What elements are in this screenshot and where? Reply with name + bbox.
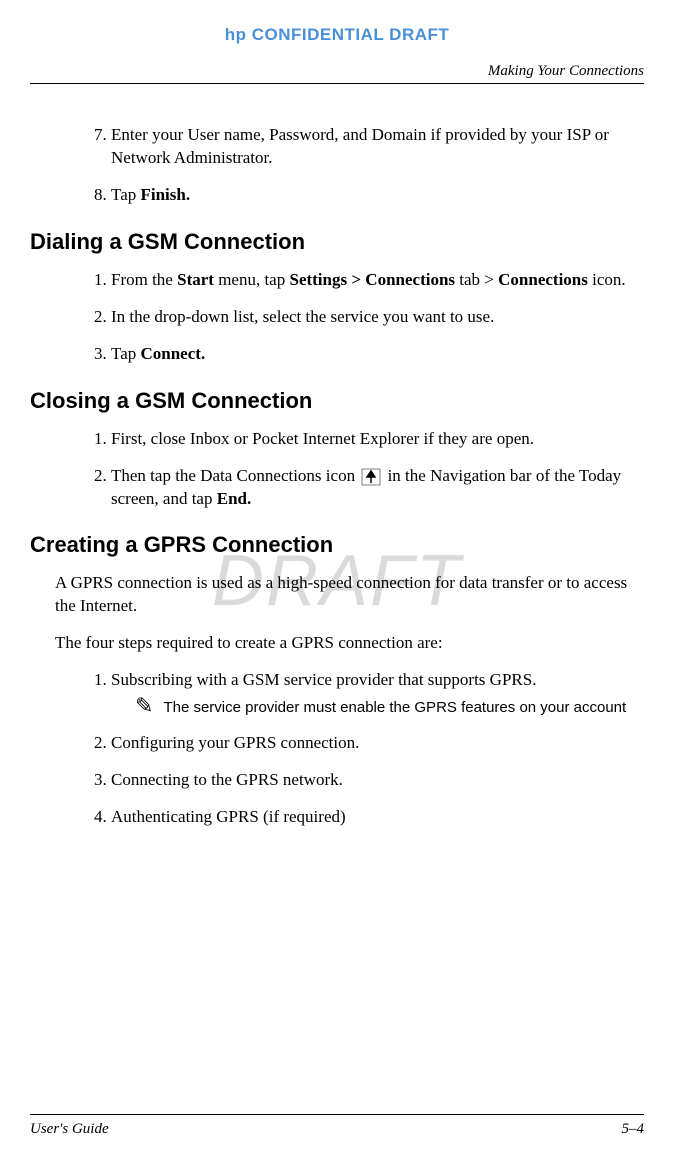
pencil-note-icon: ✎ — [135, 695, 153, 717]
dialing-step-1: From the Start menu, tap Settings > Conn… — [111, 269, 644, 292]
confidential-header: hp CONFIDENTIAL DRAFT — [30, 25, 644, 45]
t1g: icon. — [588, 270, 626, 289]
t1f: Connections — [498, 270, 588, 289]
continued-steps-list: Enter your User name, Password, and Doma… — [85, 124, 644, 207]
step-7-text: Enter your User name, Password, and Doma… — [111, 125, 609, 167]
note-row: ✎ The service provider must enable the G… — [135, 698, 644, 718]
dialing-step-2: In the drop-down list, select the servic… — [111, 306, 644, 329]
t1c: menu, tap — [214, 270, 290, 289]
dialing-step-3: Tap Connect. — [111, 343, 644, 366]
gprs-steps-intro: The four steps required to create a GPRS… — [55, 632, 644, 655]
gprs-step-3: Connecting to the GPRS network. — [111, 769, 644, 792]
gprs-intro-para: A GPRS connection is used as a high-spee… — [55, 572, 644, 618]
t3a: Tap — [111, 344, 141, 363]
section-dialing-gsm: Dialing a GSM Connection — [30, 229, 644, 255]
step-7: Enter your User name, Password, and Doma… — [111, 124, 644, 170]
c2a: Then tap the Data Connections icon — [111, 466, 359, 485]
note-text: The service provider must enable the GPR… — [163, 698, 626, 718]
step-8: Tap Finish. — [111, 184, 644, 207]
t1d: Settings > Connections — [289, 270, 455, 289]
closing-steps-list: First, close Inbox or Pocket Internet Ex… — [85, 428, 644, 511]
gprs-step-4: Authenticating GPRS (if required) — [111, 806, 644, 829]
closing-step-1: First, close Inbox or Pocket Internet Ex… — [111, 428, 644, 451]
t1a: From the — [111, 270, 177, 289]
g1: Subscribing with a GSM service provider … — [111, 670, 536, 689]
gprs-step-2: Configuring your GPRS connection. — [111, 732, 644, 755]
chapter-title: Making Your Connections — [30, 63, 644, 84]
section-creating-gprs: Creating a GPRS Connection — [30, 532, 644, 558]
gprs-steps-list: Subscribing with a GSM service provider … — [85, 669, 644, 828]
section-closing-gsm: Closing a GSM Connection — [30, 388, 644, 414]
closing-step-2: Then tap the Data Connections icon in th… — [111, 465, 644, 511]
t3b: Connect. — [141, 344, 206, 363]
t1e: tab > — [455, 270, 498, 289]
dialing-steps-list: From the Start menu, tap Settings > Conn… — [85, 269, 644, 366]
step-8-bold: Finish. — [141, 185, 191, 204]
c2c: End. — [217, 489, 252, 508]
page-footer: User's Guide 5–4 — [30, 1114, 644, 1138]
gprs-step-1: Subscribing with a GSM service provider … — [111, 669, 644, 717]
data-connections-icon — [361, 468, 381, 486]
footer-left: User's Guide — [30, 1121, 109, 1138]
footer-page-number: 5–4 — [622, 1121, 645, 1138]
t1b: Start — [177, 270, 214, 289]
step-8-text-a: Tap — [111, 185, 141, 204]
